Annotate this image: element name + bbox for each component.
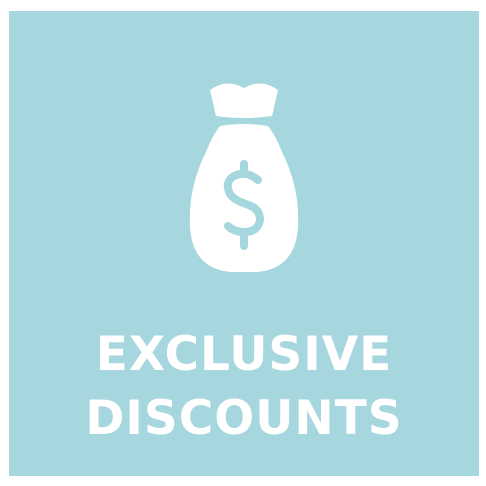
title-line-discounts: DISCOUNTS <box>85 391 403 446</box>
money-bag-dollar-icon <box>189 83 299 272</box>
title-line-exclusive: EXCLUSIVE <box>95 327 393 382</box>
exclusive-discounts-tile: EXCLUSIVE DISCOUNTS <box>9 11 479 476</box>
